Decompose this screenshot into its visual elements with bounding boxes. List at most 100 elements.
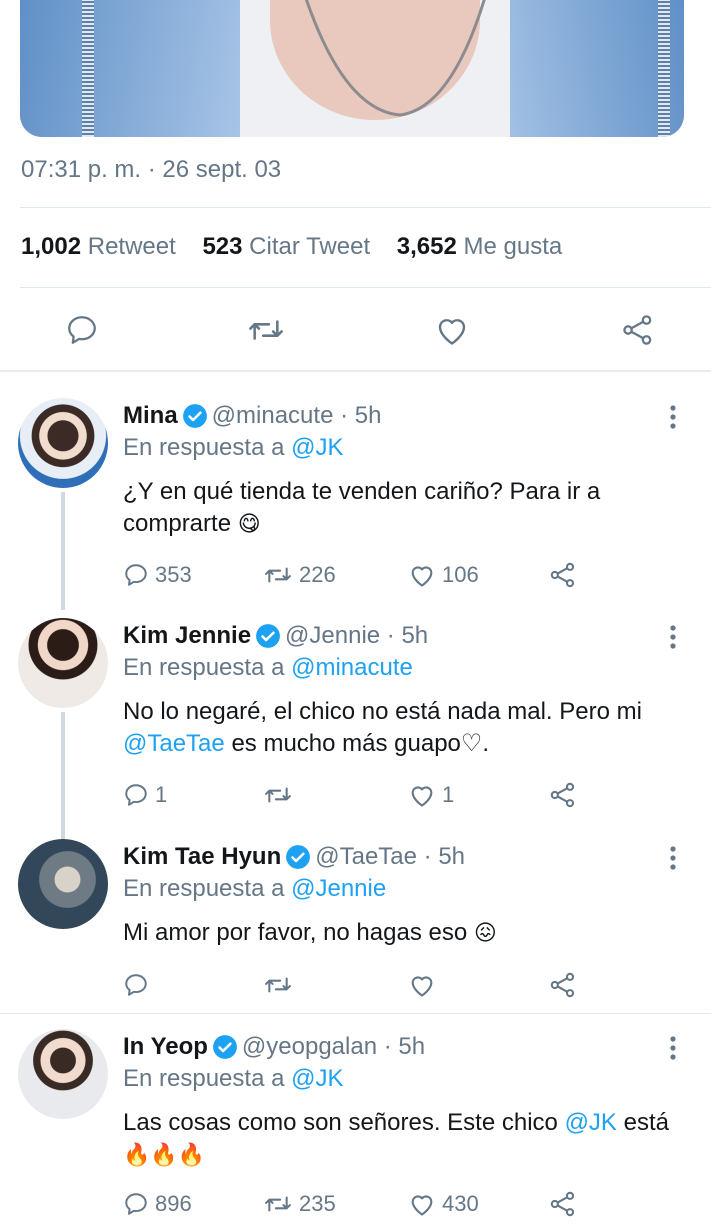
- reply-text-content: ¿Y en qué tienda te venden cariño? Para …: [123, 478, 601, 537]
- display-name[interactable]: In Yeop: [123, 1033, 208, 1061]
- quote-label[interactable]: Citar Tweet: [249, 233, 370, 260]
- reply-button[interactable]: [62, 310, 102, 350]
- display-name[interactable]: Kim Jennie: [123, 622, 251, 650]
- like-icon: [411, 786, 433, 807]
- like-icon: [411, 1195, 433, 1216]
- mention-link[interactable]: @TaeTae: [123, 730, 225, 757]
- like-count: 106: [442, 562, 479, 587]
- reply-context: En respuesta a @Jennie: [123, 875, 386, 903]
- divider: [20, 287, 711, 288]
- more-options-button[interactable]: [663, 843, 683, 873]
- more-vertical-icon: [670, 1036, 676, 1060]
- reply-icon: [125, 1193, 147, 1215]
- like-button[interactable]: 1: [408, 778, 454, 812]
- emoji-confounded: 😖: [473, 920, 497, 945]
- more-options-button[interactable]: [663, 1033, 683, 1063]
- like-button[interactable]: [408, 968, 442, 1002]
- retweet-count[interactable]: 1,002: [21, 233, 81, 260]
- share-icon: [550, 562, 575, 588]
- reply-actions: [123, 968, 683, 1002]
- retweet-label[interactable]: Retweet: [88, 233, 176, 260]
- handle-time[interactable]: @Jennie · 5h: [285, 622, 428, 650]
- reply-count: 1: [155, 782, 168, 807]
- reply-context: En respuesta a @JK: [123, 434, 343, 462]
- reply-icon: [125, 564, 147, 586]
- reply-mention-link[interactable]: @JK: [291, 434, 343, 461]
- image-jacket-right: [494, 0, 684, 137]
- share-button[interactable]: [618, 310, 658, 350]
- retweet-button[interactable]: [263, 778, 299, 812]
- retweet-button[interactable]: [246, 310, 286, 350]
- more-options-button[interactable]: [663, 622, 683, 652]
- reply-button[interactable]: 353: [123, 558, 192, 592]
- tweet-stats: 1,002 Retweet 523 Citar Tweet 3,652 Me g…: [21, 233, 582, 261]
- more-options-button[interactable]: [663, 402, 683, 432]
- image-necklace: [304, 0, 486, 117]
- retweet-icon: [265, 1196, 291, 1212]
- like-count[interactable]: 3,652: [397, 233, 457, 260]
- like-label[interactable]: Me gusta: [464, 233, 563, 260]
- reply-button[interactable]: [123, 968, 155, 1002]
- avatar[interactable]: [18, 839, 108, 929]
- retweet-icon: [265, 977, 291, 993]
- like-button[interactable]: [432, 310, 472, 350]
- display-name[interactable]: Mina: [123, 402, 178, 430]
- tweet-media-image[interactable]: [20, 0, 684, 137]
- divider: [20, 207, 711, 208]
- quote-count[interactable]: 523: [202, 233, 242, 260]
- retweet-icon: [249, 320, 283, 340]
- reply-prefix: En respuesta a: [123, 875, 285, 902]
- reply-text: Las cosas como son señores. Este chico @…: [123, 1107, 693, 1171]
- thread-line: [61, 492, 65, 610]
- retweet-icon: [265, 567, 291, 583]
- handle-time[interactable]: @yeopgalan · 5h: [242, 1033, 425, 1061]
- mention-link[interactable]: @JK: [565, 1109, 617, 1136]
- reply-context: En respuesta a @minacute: [123, 654, 413, 682]
- like-icon: [411, 566, 433, 587]
- like-icon: [438, 319, 466, 345]
- reply-icon: [125, 974, 147, 996]
- reply-prefix: En respuesta a: [123, 434, 285, 461]
- share-button[interactable]: [549, 968, 577, 1002]
- like-button[interactable]: 430: [408, 1187, 479, 1221]
- reply-mention-link[interactable]: @JK: [291, 1065, 343, 1092]
- reply-icon: [68, 316, 96, 344]
- reply-mention-link[interactable]: @Jennie: [291, 875, 386, 902]
- reply-text: No lo negaré, el chico no está nada mal.…: [123, 696, 693, 760]
- avatar[interactable]: [18, 398, 108, 488]
- reply-button[interactable]: 1: [123, 778, 167, 812]
- retweet-button[interactable]: 235: [263, 1187, 336, 1221]
- thread-line: [61, 712, 65, 840]
- avatar[interactable]: [18, 618, 108, 708]
- section-divider: [0, 370, 711, 372]
- reply-text-content: está: [623, 1109, 669, 1136]
- share-icon: [623, 315, 652, 345]
- reply-header: Kim Jennie @Jennie · 5h: [123, 622, 428, 650]
- verified-icon: [212, 1034, 238, 1060]
- avatar[interactable]: [18, 1029, 108, 1119]
- share-button[interactable]: [549, 558, 577, 592]
- retweet-button[interactable]: [263, 968, 299, 1002]
- reply-actions: 1 1: [123, 778, 683, 812]
- share-icon: [550, 782, 575, 808]
- share-button[interactable]: [549, 778, 577, 812]
- like-count: 1: [442, 782, 455, 807]
- retweet-count: 226: [299, 562, 336, 587]
- verified-icon: [255, 623, 281, 649]
- reply-context: En respuesta a @JK: [123, 1065, 343, 1093]
- share-button[interactable]: [549, 1187, 577, 1221]
- reply-button[interactable]: 896: [123, 1187, 192, 1221]
- reply-text-content: No lo negaré, el chico no está nada mal.…: [123, 698, 642, 725]
- like-icon: [411, 976, 433, 997]
- divider: [0, 1013, 711, 1014]
- retweet-button[interactable]: 226: [263, 558, 336, 592]
- tweet-timestamp: 07:31 p. m. · 26 sept. 03: [21, 156, 282, 183]
- like-button[interactable]: 106: [408, 558, 479, 592]
- reply-actions: 353 226 106: [123, 558, 683, 592]
- handle-time[interactable]: @TaeTae · 5h: [315, 843, 465, 871]
- emoji-fire: 🔥🔥🔥: [123, 1142, 206, 1167]
- handle-time[interactable]: @minacute · 5h: [212, 402, 382, 430]
- display-name[interactable]: Kim Tae Hyun: [123, 843, 281, 871]
- reply-mention-link[interactable]: @minacute: [291, 654, 413, 681]
- emoji-yum: 😋: [237, 511, 261, 536]
